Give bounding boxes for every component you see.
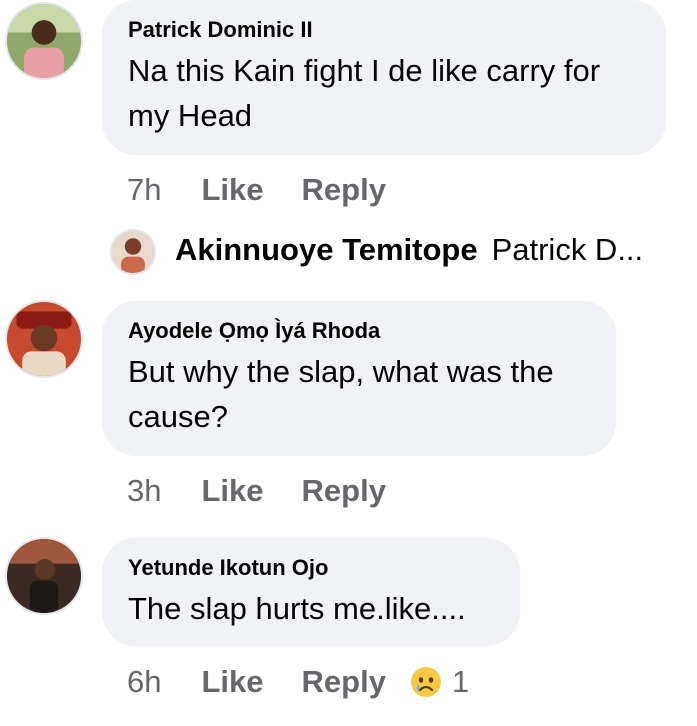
reply-snippet[interactable]: Patrick D... [492,232,644,268]
comment-author[interactable]: Yetunde Ikotun Ojo [128,554,494,582]
like-button[interactable]: Like [201,172,263,208]
like-button[interactable]: Like [201,664,263,700]
reply-avatar[interactable] [110,229,156,275]
comment-time[interactable]: 3h [127,473,161,509]
comment-author[interactable]: Ayodele Ọmọ Ìyá Rhoda [128,317,590,345]
comment-actions: 7h Like Reply [127,168,424,212]
like-button[interactable]: Like [201,473,263,509]
avatar[interactable] [5,300,83,378]
comment-text: Na this Kain fight I de like carry for m… [128,53,601,133]
comment-actions: 3h Like Reply [127,469,424,513]
reply-avatar-image [112,231,154,273]
comment-bubble: Patrick Dominic II Na this Kain fight I … [102,0,666,155]
reply-author[interactable]: Akinnuoye Temitope [175,232,478,268]
comment-bubble: Ayodele Ọmọ Ìyá Rhoda But why the slap, … [102,301,616,456]
avatar-image [7,539,81,613]
reply-button[interactable]: Reply [302,473,386,509]
comment-text: The slap hurts me.like.... [128,591,466,626]
reply-button[interactable]: Reply [302,172,386,208]
reply-button[interactable]: Reply [302,664,386,700]
avatar[interactable] [5,537,83,615]
sad-crying-emoji-icon[interactable] [410,666,442,698]
avatar-image [7,302,81,376]
reaction-count[interactable]: 1 [452,664,469,700]
reply-preview[interactable]: Akinnuoye Temitope Patrick D... [175,232,643,268]
avatar-image [7,4,81,78]
comment-time[interactable]: 7h [127,172,161,208]
comment-text: But why the slap, what was the cause? [128,354,554,434]
comment-bubble: Yetunde Ikotun Ojo The slap hurts me.lik… [102,538,520,646]
comment-author[interactable]: Patrick Dominic II [128,16,640,44]
comment-actions: 6h Like Reply 1 [127,660,469,704]
avatar[interactable] [5,2,83,80]
comment-time[interactable]: 6h [127,664,161,700]
